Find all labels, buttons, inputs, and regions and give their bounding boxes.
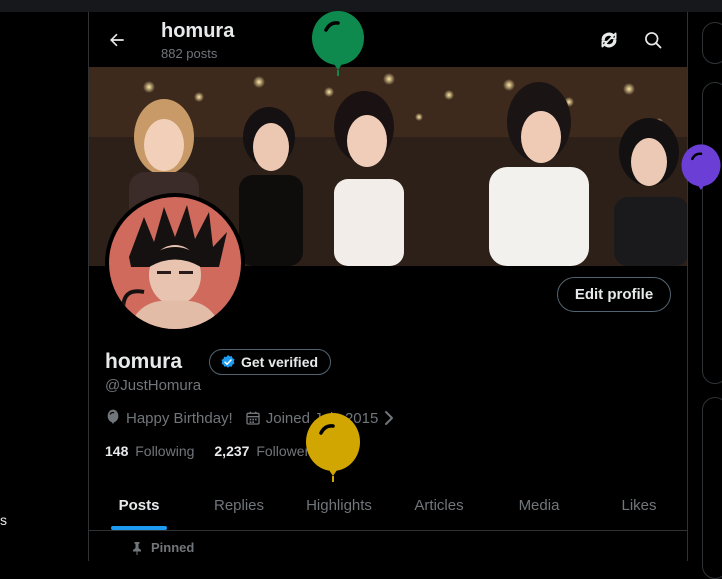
tab-highlights[interactable]: Highlights — [289, 480, 389, 530]
purple-balloon-icon — [681, 144, 721, 190]
tab-likes-label: Likes — [621, 496, 657, 514]
pinned-indicator: Pinned — [131, 540, 194, 555]
edit-profile-button[interactable]: Edit profile — [557, 277, 671, 312]
back-button[interactable] — [103, 26, 131, 54]
birthday-text: Happy Birthday! — [126, 409, 233, 427]
tab-likes[interactable]: Likes — [589, 480, 687, 530]
followers-link[interactable]: 2,237 Followers — [214, 443, 316, 459]
chevron-right-icon — [385, 411, 394, 425]
birthday-item: Happy Birthday! — [105, 409, 233, 427]
sync-button[interactable] — [597, 28, 621, 52]
tab-media-label: Media — [518, 496, 560, 514]
avatar[interactable] — [105, 193, 245, 333]
pinned-label: Pinned — [151, 540, 195, 555]
yellow-balloon-icon — [306, 413, 360, 482]
tab-replies[interactable]: Replies — [189, 480, 289, 530]
get-verified-label: Get verified — [241, 354, 319, 370]
search-button[interactable] — [641, 28, 665, 52]
profile-column: homura 882 posts Edit profile homura Get… — [88, 12, 688, 561]
profile-tabs: Posts Replies Highlights Articles Media … — [89, 480, 687, 531]
right-panel-lower — [702, 397, 722, 579]
calendar-icon — [246, 411, 260, 425]
followers-count: 2,237 — [214, 443, 250, 459]
right-column — [688, 12, 722, 579]
tab-articles-label: Articles — [414, 496, 464, 514]
tab-replies-label: Replies — [213, 496, 265, 514]
sync-icon — [601, 32, 617, 48]
follow-stats: 148 Following 2,237 Followers — [105, 443, 336, 459]
verified-badge-icon — [221, 355, 235, 368]
left-column: s — [0, 12, 88, 561]
right-search-box[interactable] — [702, 22, 722, 64]
profile-header: homura 882 posts — [89, 12, 687, 67]
tab-articles[interactable]: Articles — [389, 480, 489, 530]
tab-posts-label: Posts — [118, 496, 160, 514]
header-post-count: 882 posts — [161, 46, 218, 61]
get-verified-button[interactable]: Get verified — [209, 349, 332, 375]
tab-posts[interactable]: Posts — [89, 480, 189, 530]
left-text-fragment: s — [0, 512, 7, 528]
tab-media[interactable]: Media — [489, 480, 589, 530]
following-label: Following — [135, 443, 195, 459]
right-panel — [702, 82, 722, 384]
active-tab-indicator — [111, 526, 167, 530]
profile-handle: @JustHomura — [105, 377, 202, 394]
back-arrow-icon — [110, 33, 124, 47]
header-title: homura — [161, 20, 235, 42]
following-link[interactable]: 148 Following — [105, 443, 194, 459]
green-balloon-icon — [312, 11, 364, 76]
pin-icon — [133, 541, 141, 555]
following-count: 148 — [105, 443, 129, 459]
balloon-icon — [107, 409, 119, 424]
search-icon — [645, 32, 662, 49]
profile-name: homura — [105, 350, 183, 373]
tab-highlights-label: Highlights — [306, 496, 372, 514]
